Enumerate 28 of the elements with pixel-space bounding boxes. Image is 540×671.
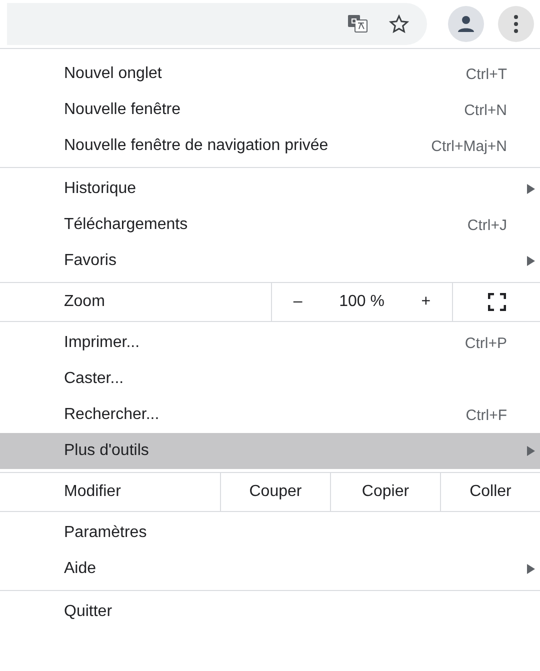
menu-item[interactable]: Nouvelle fenêtre de navigation privée Ctrl+Maj+N xyxy=(0,128,540,164)
menu-item[interactable]: Nouvelle fenêtre Ctrl+N xyxy=(0,92,540,128)
menu-item[interactable]: Rechercher... Ctrl+F xyxy=(0,397,540,433)
zoom-level: 100 % xyxy=(339,293,384,311)
menu-item[interactable]: Aide xyxy=(0,551,540,587)
profile-button[interactable] xyxy=(448,6,484,42)
edit-button[interactable]: Coller xyxy=(440,473,540,511)
zoom-label: Zoom xyxy=(63,292,106,312)
edit-label: Modifier xyxy=(63,482,122,502)
zoom-in-button[interactable]: + xyxy=(415,289,437,315)
menu-item[interactable]: Historique xyxy=(0,171,540,207)
person-icon xyxy=(456,14,476,34)
menu-item[interactable]: Plus d'outils xyxy=(0,433,540,469)
translate-icon[interactable] xyxy=(347,14,369,34)
menu-item[interactable]: Nouvel onglet Ctrl+T xyxy=(0,56,540,92)
more-icon xyxy=(513,14,519,34)
star-icon[interactable] xyxy=(389,14,409,34)
menu-item[interactable]: Imprimer... Ctrl+P xyxy=(0,325,540,361)
menu-item[interactable]: Paramètres xyxy=(0,515,540,551)
fullscreen-icon[interactable] xyxy=(488,293,506,311)
menu-item[interactable]: Caster... xyxy=(0,361,540,397)
menu-item[interactable]: Téléchargements Ctrl+J xyxy=(0,207,540,243)
menu-item[interactable]: Favoris xyxy=(0,243,540,279)
edit-button[interactable]: Copier xyxy=(330,473,440,511)
zoom-out-button[interactable]: – xyxy=(287,289,308,315)
edit-button[interactable]: Couper xyxy=(220,473,330,511)
menu-button[interactable] xyxy=(498,6,534,42)
menu-item[interactable]: Quitter xyxy=(0,594,540,630)
